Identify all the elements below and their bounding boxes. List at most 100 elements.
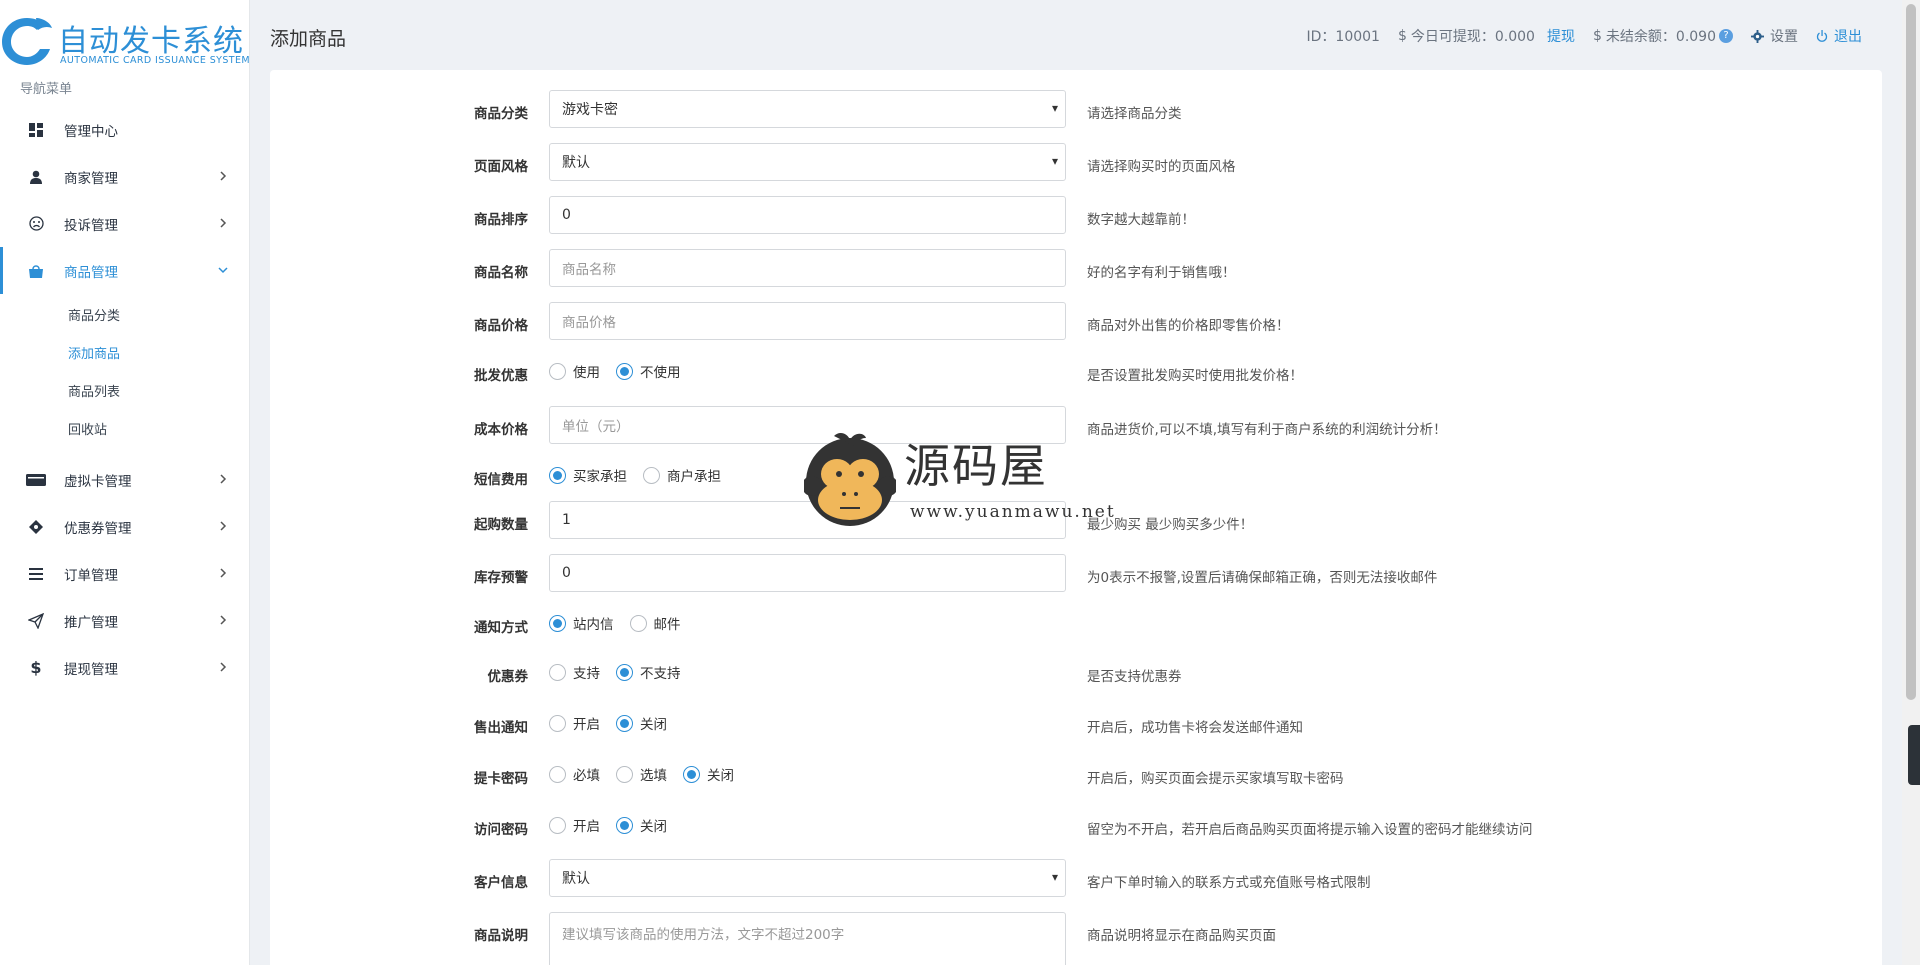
- logo[interactable]: 自动发卡系统 AUTOMATIC CARD ISSUANCE SYSTEM: [0, 8, 250, 70]
- stock-alert-label: 库存预警: [474, 570, 528, 586]
- wholesale-label: 批发优惠: [474, 368, 528, 384]
- unsettled-label: 未结余额：0.090: [1605, 29, 1716, 45]
- submenu-item-add-product[interactable]: 添加商品: [0, 336, 250, 374]
- sidebar-item-dashboard[interactable]: 管理中心: [0, 106, 250, 153]
- frown-icon: [26, 214, 46, 234]
- sold-notify-radio-off[interactable]: 关闭: [616, 713, 667, 733]
- row-stock-alert: 库存预警 0 为0表示不报警,设置后请确保邮箱正确，否则无法接收邮件: [270, 554, 1882, 594]
- radio-label: 支持: [573, 666, 600, 682]
- sidebar-item-products[interactable]: 商品管理: [0, 247, 250, 294]
- name-input[interactable]: 商品名称: [549, 249, 1066, 287]
- sms-label: 短信费用: [474, 472, 528, 488]
- cost-label: 成本价格: [474, 422, 528, 438]
- row-sms: 短信费用 买家承担 商户承担: [270, 456, 1882, 496]
- scrollbar[interactable]: [1902, 0, 1920, 965]
- min-qty-input[interactable]: 1: [549, 501, 1066, 539]
- notify-radio-site[interactable]: 站内信: [549, 613, 614, 633]
- radio-circle: [549, 614, 566, 632]
- radio-circle: [616, 663, 633, 681]
- app-title: 自动发卡系统: [58, 24, 244, 59]
- sms-radio-buyer[interactable]: 买家承担: [549, 465, 627, 485]
- wholesale-radio-use[interactable]: 使用: [549, 361, 600, 381]
- customer-info-hint: 客户下单时输入的联系方式或充值账号格式限制: [1087, 875, 1371, 891]
- stock-alert-input[interactable]: 0: [549, 554, 1066, 592]
- dollar-icon: $: [30, 658, 42, 677]
- sms-radio-merchant[interactable]: 商户承担: [643, 465, 721, 485]
- notify-radio-email[interactable]: 邮件: [629, 613, 681, 633]
- sidebar-item-promotion[interactable]: 推广管理: [0, 597, 250, 644]
- cost-hint: 商品进货价,可以不填,填写有利于商户系统的利润统计分析！: [1087, 422, 1447, 438]
- sidebar-item-orders[interactable]: 订单管理: [0, 550, 250, 597]
- scroll-thumb[interactable]: [1906, 4, 1916, 700]
- sidebar-item-merchants[interactable]: 商家管理: [0, 153, 250, 200]
- sold-notify-radio-on[interactable]: 开启: [549, 713, 600, 733]
- submenu-item-categories[interactable]: 商品分类: [0, 298, 250, 336]
- customer-info-select[interactable]: 默认: [549, 859, 1066, 897]
- logout-button[interactable]: 退出: [1816, 26, 1862, 46]
- description-textarea[interactable]: 建议填写该商品的使用方法，文字不超过200字: [549, 912, 1066, 965]
- radio-circle: [616, 362, 633, 380]
- dollar-icon: $: [1592, 28, 1602, 44]
- sidebar-item-label: 商家管理: [64, 170, 118, 187]
- radio-label: 关闭: [640, 717, 667, 733]
- withdraw-link[interactable]: 提现: [1547, 26, 1575, 46]
- sidebar-item-label: 管理中心: [64, 123, 118, 140]
- row-coupon: 优惠券 支持 不支持 是否支持优惠券: [270, 653, 1882, 693]
- row-sold-notify: 售出通知 开启 关闭 开启后，成功售卡将会发送邮件通知: [270, 704, 1882, 744]
- card-pwd-radio-off[interactable]: 关闭: [683, 764, 734, 784]
- radio-label: 选填: [640, 768, 667, 784]
- sidebar-item-complaints[interactable]: 投诉管理: [0, 200, 250, 247]
- coupon-radio-support[interactable]: 支持: [549, 662, 600, 682]
- side-widget[interactable]: [1908, 725, 1920, 785]
- style-select[interactable]: 默认: [549, 143, 1066, 181]
- card-pwd-radio-required[interactable]: 必填: [549, 764, 600, 784]
- radio-label: 必填: [573, 768, 600, 784]
- settings-button[interactable]: 设置: [1751, 26, 1798, 46]
- radio-label: 不支持: [640, 666, 681, 682]
- radio-circle: [549, 765, 566, 783]
- sold-notify-radio-group: 开启 关闭: [549, 710, 683, 736]
- visit-pwd-label: 访问密码: [474, 822, 528, 838]
- coupon-radio-not-support[interactable]: 不支持: [616, 662, 681, 682]
- coupon-radio-group: 支持 不支持: [549, 659, 697, 685]
- sidebar-item-withdrawals[interactable]: $ 提现管理: [0, 644, 250, 691]
- chevron-right-icon: [216, 169, 230, 183]
- category-select[interactable]: 游戏卡密: [549, 90, 1066, 128]
- visit-pwd-hint: 留空为不开启，若开启后商品购买页面将提示输入设置的密码才能继续访问: [1087, 822, 1533, 838]
- products-submenu: 商品分类 添加商品 商品列表 回收站: [0, 294, 250, 456]
- sidebar-item-coupons[interactable]: 优惠券管理: [0, 503, 250, 550]
- stock-alert-hint: 为0表示不报警,设置后请确保邮箱正确，否则无法接收邮件: [1087, 570, 1438, 586]
- price-input[interactable]: 商品价格: [549, 302, 1066, 340]
- radio-circle: [643, 466, 660, 484]
- wholesale-radio-not-use[interactable]: 不使用: [616, 361, 681, 381]
- chevron-down-icon: [216, 263, 230, 277]
- card-pwd-radio-optional[interactable]: 选填: [616, 764, 667, 784]
- wholesale-hint: 是否设置批发购买时使用批发价格！: [1087, 368, 1303, 384]
- today-withdraw-label: 今日可提现：0.000: [1410, 29, 1535, 45]
- row-customer-info: 客户信息 默认 客户下单时输入的联系方式或充值账号格式限制: [270, 859, 1882, 899]
- description-label: 商品说明: [474, 928, 528, 944]
- sidebar-item-label: 订单管理: [64, 567, 118, 584]
- sms-radio-group: 买家承担 商户承担: [549, 462, 737, 488]
- send-icon: [26, 611, 46, 631]
- chevron-right-icon: [216, 472, 230, 486]
- submenu-item-product-list[interactable]: 商品列表: [0, 374, 250, 412]
- merchant-id: ID：10001: [1306, 29, 1380, 45]
- price-label: 商品价格: [474, 318, 528, 334]
- style-label: 页面风格: [474, 159, 528, 175]
- shopping-bag-icon: [26, 261, 46, 281]
- visit-pwd-radio-off[interactable]: 关闭: [616, 815, 667, 835]
- visit-pwd-radio-on[interactable]: 开启: [549, 815, 600, 835]
- sort-input[interactable]: 0: [549, 196, 1066, 234]
- radio-circle: [629, 614, 647, 632]
- chevron-right-icon: [216, 613, 230, 627]
- page-title: 添加商品: [270, 28, 347, 50]
- submenu-item-recycle-bin[interactable]: 回收站: [0, 412, 250, 450]
- row-visit-pwd: 访问密码 开启 关闭 留空为不开启，若开启后商品购买页面将提示输入设置的密码才能…: [270, 806, 1882, 846]
- visit-pwd-radio-group: 开启 关闭: [549, 812, 683, 838]
- coupon-label: 优惠券: [487, 669, 529, 685]
- cost-input[interactable]: 单位（元）: [549, 406, 1066, 444]
- help-icon[interactable]: ?: [1719, 29, 1733, 43]
- radio-circle: [549, 362, 566, 380]
- sidebar-item-virtual-cards[interactable]: 虚拟卡管理: [0, 456, 250, 503]
